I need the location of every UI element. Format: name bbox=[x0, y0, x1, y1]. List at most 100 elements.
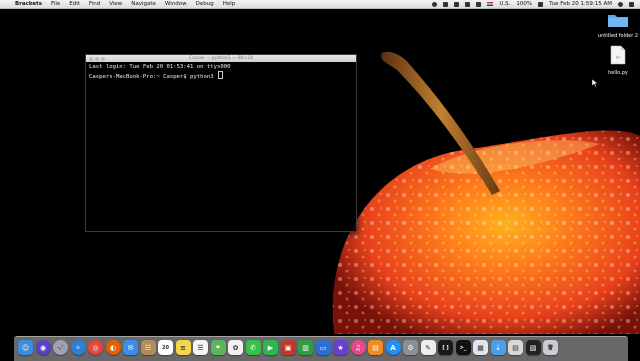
battery-percent[interactable]: 100% bbox=[516, 0, 532, 8]
dock-itunes-glyph: ♫ bbox=[354, 343, 362, 352]
dock-maps-glyph: ⌖ bbox=[216, 343, 220, 351]
dock-firefox-glyph: ◐ bbox=[109, 343, 117, 352]
menu-edit[interactable]: Edit bbox=[69, 0, 80, 8]
dock-reminders-glyph: ☰ bbox=[197, 343, 204, 352]
dock-app-store-icon[interactable]: A bbox=[385, 340, 401, 355]
menu-bar: Brackets File Edit Find View Navigate Wi… bbox=[0, 0, 640, 9]
dock-notes-glyph: ≡ bbox=[180, 343, 186, 352]
dock-numbers-icon[interactable]: ▥ bbox=[298, 340, 313, 355]
dock-safari-glyph: ✧ bbox=[75, 343, 81, 352]
dock-system-preferences-glyph: ⚙ bbox=[407, 343, 414, 352]
desktop-file[interactable]: PY hello.py bbox=[597, 45, 639, 76]
dock-calendar-glyph: 20 bbox=[162, 344, 169, 351]
dock-downloads-folder-icon[interactable]: ⇣ bbox=[490, 340, 506, 355]
menu-window[interactable]: Window bbox=[165, 0, 187, 8]
dock-photo-booth-glyph: ▣ bbox=[284, 343, 292, 352]
desktop-folder[interactable]: untitled folder 2 bbox=[597, 12, 639, 39]
record-status-icon[interactable] bbox=[432, 1, 438, 7]
mouse-pointer-icon bbox=[592, 79, 598, 87]
dock-documents-stack-icon[interactable]: ▤ bbox=[508, 340, 523, 355]
input-source-label[interactable]: U.S. bbox=[499, 0, 510, 8]
dock-photos-glyph: ✿ bbox=[232, 343, 239, 352]
dock-desktop-stack-glyph: ▧ bbox=[529, 343, 537, 352]
dock-brackets-glyph: [ ] bbox=[442, 344, 449, 351]
close-button[interactable] bbox=[89, 56, 93, 61]
menu-debug[interactable]: Debug bbox=[196, 0, 214, 8]
dock-notes-icon[interactable]: ≡ bbox=[175, 340, 191, 355]
zoom-button[interactable] bbox=[101, 56, 105, 61]
python-file-icon: PY bbox=[610, 45, 626, 65]
terminal-title: Casper — python3 — 80×24 bbox=[188, 56, 254, 61]
terminal-cursor bbox=[217, 71, 224, 79]
dock-preview-glyph: ▦ bbox=[477, 343, 484, 352]
bluetooth-icon[interactable] bbox=[443, 1, 449, 7]
dock-brackets-icon[interactable]: [ ] bbox=[438, 340, 453, 355]
file-label: hello.py bbox=[608, 70, 628, 76]
volume-icon[interactable] bbox=[476, 1, 482, 7]
dock-imovie-icon[interactable]: ★ bbox=[333, 340, 348, 355]
dock-terminal-glyph: >_ bbox=[459, 344, 467, 351]
dock-launchpad-icon[interactable]: 🚀 bbox=[53, 340, 68, 355]
menu-app-name[interactable]: Brackets bbox=[15, 0, 42, 8]
dock-app-store-glyph: A bbox=[390, 343, 396, 352]
dock-contacts-glyph: ☷ bbox=[144, 343, 152, 352]
dock-contacts-icon[interactable]: ☷ bbox=[140, 340, 156, 355]
menu-help[interactable]: Help bbox=[223, 0, 236, 8]
dock-preview-icon[interactable]: ▦ bbox=[473, 340, 488, 355]
notification-center-icon[interactable] bbox=[629, 1, 634, 7]
input-source-flag-icon[interactable] bbox=[487, 2, 494, 6]
dock-trash-icon[interactable]: 🗑 bbox=[543, 340, 558, 355]
dock-mail-glyph: ✉ bbox=[127, 343, 134, 352]
dock-launchpad-glyph: 🚀 bbox=[57, 344, 64, 351]
dock-numbers-glyph: ▥ bbox=[302, 343, 309, 352]
folder-label: untitled folder 2 bbox=[597, 33, 639, 39]
dock-safari-icon[interactable]: ✧ bbox=[70, 340, 86, 355]
dock-facetime-glyph: ▶ bbox=[267, 343, 274, 352]
dock-calendar-icon[interactable]: 20 bbox=[158, 340, 173, 355]
wifi-icon[interactable] bbox=[465, 1, 471, 7]
dock-reminders-icon[interactable]: ☰ bbox=[193, 340, 208, 355]
dock-text-edit-glyph: ✎ bbox=[425, 343, 431, 352]
dock-firefox-icon[interactable]: ◐ bbox=[105, 340, 121, 355]
dock-finder-icon[interactable]: ☺ bbox=[18, 340, 33, 355]
dock-documents-stack-glyph: ▤ bbox=[512, 343, 519, 352]
dock-keynote-icon[interactable]: ▭ bbox=[315, 340, 331, 355]
dock-chrome-icon[interactable]: ◎ bbox=[88, 340, 103, 355]
dock-photo-booth-icon[interactable]: ▣ bbox=[280, 340, 296, 355]
prompt-text: Caspers-MacBook-Pro:~ Casper$ python3 bbox=[89, 74, 217, 80]
minimize-button[interactable] bbox=[95, 56, 99, 61]
terminal-output[interactable]: Last login: Tue Feb 20 01:53:41 on ttys0… bbox=[86, 62, 356, 83]
dock-itunes-icon[interactable]: ♫ bbox=[350, 340, 366, 355]
dock-downloads-folder-glyph: ⇣ bbox=[495, 343, 501, 352]
spotlight-icon[interactable] bbox=[618, 1, 623, 7]
dock-imovie-glyph: ★ bbox=[337, 343, 344, 352]
prompt-line: Caspers-MacBook-Pro:~ Casper$ python3 bbox=[89, 71, 353, 81]
dock-terminal-icon[interactable]: >_ bbox=[455, 340, 471, 355]
menubar-clock[interactable]: Tue Feb 20 1:59:15 AM bbox=[549, 0, 612, 8]
dock-messages-glyph: ✆ bbox=[250, 343, 256, 352]
dock-desktop-stack-icon[interactable]: ▧ bbox=[525, 340, 541, 355]
dock-finder-glyph: ☺ bbox=[21, 343, 30, 352]
dock-text-edit-icon[interactable]: ✎ bbox=[420, 340, 436, 355]
menu-navigate[interactable]: Navigate bbox=[131, 0, 156, 8]
dock-keynote-glyph: ▭ bbox=[319, 343, 327, 352]
timemachine-icon[interactable] bbox=[454, 1, 460, 7]
dock: ☺ ◉ 🚀 ✧ ◎ ◐ ✉ ☷ 20 ≡ ☰ ⌖ ✿ ✆ ▶ ▣ ▥ ▭ ★ ♫ ▤ A ⚙ ✎ [ ] >_ ▦ ⇣ ▤ ▧ 🗑 bbox=[14, 336, 628, 361]
menu-find[interactable]: Find bbox=[89, 0, 100, 8]
dock-ibooks-icon[interactable]: ▤ bbox=[368, 340, 383, 355]
menu-view[interactable]: View bbox=[109, 0, 122, 8]
dock-siri-glyph: ◉ bbox=[39, 343, 47, 352]
terminal-titlebar[interactable]: Casper — python3 — 80×24 bbox=[86, 55, 356, 62]
dock-photos-icon[interactable]: ✿ bbox=[228, 340, 243, 355]
dock-ibooks-glyph: ▤ bbox=[372, 343, 379, 352]
dock-siri-icon[interactable]: ◉ bbox=[35, 340, 51, 355]
dock-maps-icon[interactable]: ⌖ bbox=[210, 340, 226, 355]
dock-messages-icon[interactable]: ✆ bbox=[245, 340, 261, 355]
dock-system-preferences-icon[interactable]: ⚙ bbox=[403, 340, 418, 355]
terminal-window[interactable]: Casper — python3 — 80×24 Last login: Tue… bbox=[85, 54, 357, 232]
menu-file[interactable]: File bbox=[51, 0, 60, 8]
last-login-line: Last login: Tue Feb 20 01:53:41 on ttys0… bbox=[89, 64, 231, 70]
dock-mail-icon[interactable]: ✉ bbox=[123, 340, 138, 355]
battery-icon[interactable] bbox=[538, 1, 544, 7]
dock-facetime-icon[interactable]: ▶ bbox=[263, 340, 278, 355]
